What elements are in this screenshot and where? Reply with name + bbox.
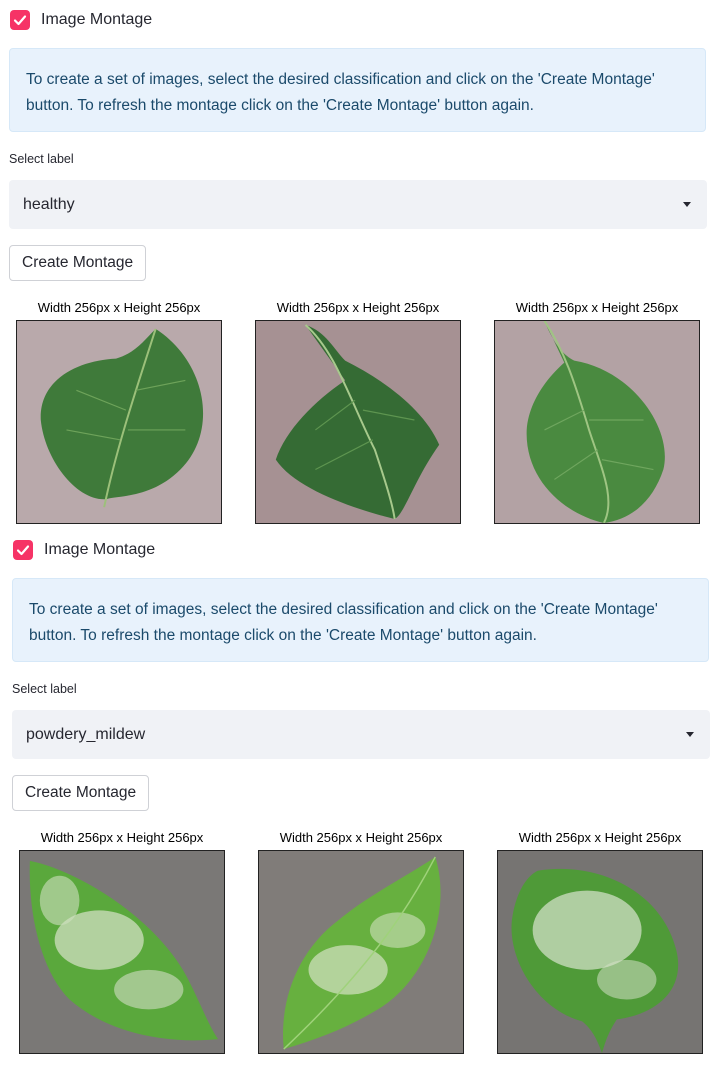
label-select[interactable]: healthy [9, 180, 707, 229]
caret-down-icon [686, 732, 694, 737]
caret-down-icon [683, 202, 691, 207]
image-montage: Width 256px x Height 256px Width 256px x… [3, 828, 723, 1056]
leaf-image [19, 850, 225, 1054]
checkbox-label: Image Montage [41, 11, 153, 28]
tile-title: Width 256px x Height 256px [279, 830, 443, 845]
select-label: Select label [12, 682, 77, 696]
info-alert: To create a set of images, select the de… [9, 48, 706, 132]
select-value: powdery_mildew [26, 725, 146, 743]
label-select[interactable]: powdery_mildew [12, 710, 710, 759]
select-value: healthy [23, 195, 75, 213]
image-montage-checkbox-row[interactable]: Image Montage [10, 8, 152, 32]
montage-section-powdery-mildew: Image Montage To create a set of images,… [0, 530, 723, 1060]
leaf-image [16, 320, 222, 524]
image-montage: Width 256px x Height 256px Width 256px x… [0, 298, 723, 526]
tile-title: Width 256px x Height 256px [40, 830, 204, 845]
create-montage-button[interactable]: Create Montage [12, 775, 150, 811]
tile-title: Width 256px x Height 256px [37, 300, 201, 315]
tile-title: Width 256px x Height 256px [276, 300, 440, 315]
leaf-image [258, 850, 464, 1054]
checkbox-checked-icon[interactable] [10, 10, 30, 30]
leaf-image [255, 320, 461, 524]
tile-title: Width 256px x Height 256px [518, 830, 682, 845]
tile-title: Width 256px x Height 256px [515, 300, 679, 315]
select-label: Select label [9, 152, 74, 166]
leaf-image [494, 320, 700, 524]
create-montage-button[interactable]: Create Montage [9, 245, 147, 281]
info-alert: To create a set of images, select the de… [12, 578, 709, 662]
montage-section-healthy: Image Montage To create a set of images,… [0, 0, 723, 530]
leaf-image [497, 850, 703, 1054]
image-montage-checkbox-row[interactable]: Image Montage [13, 538, 155, 562]
checkbox-label: Image Montage [44, 541, 156, 558]
checkbox-checked-icon[interactable] [13, 540, 33, 560]
